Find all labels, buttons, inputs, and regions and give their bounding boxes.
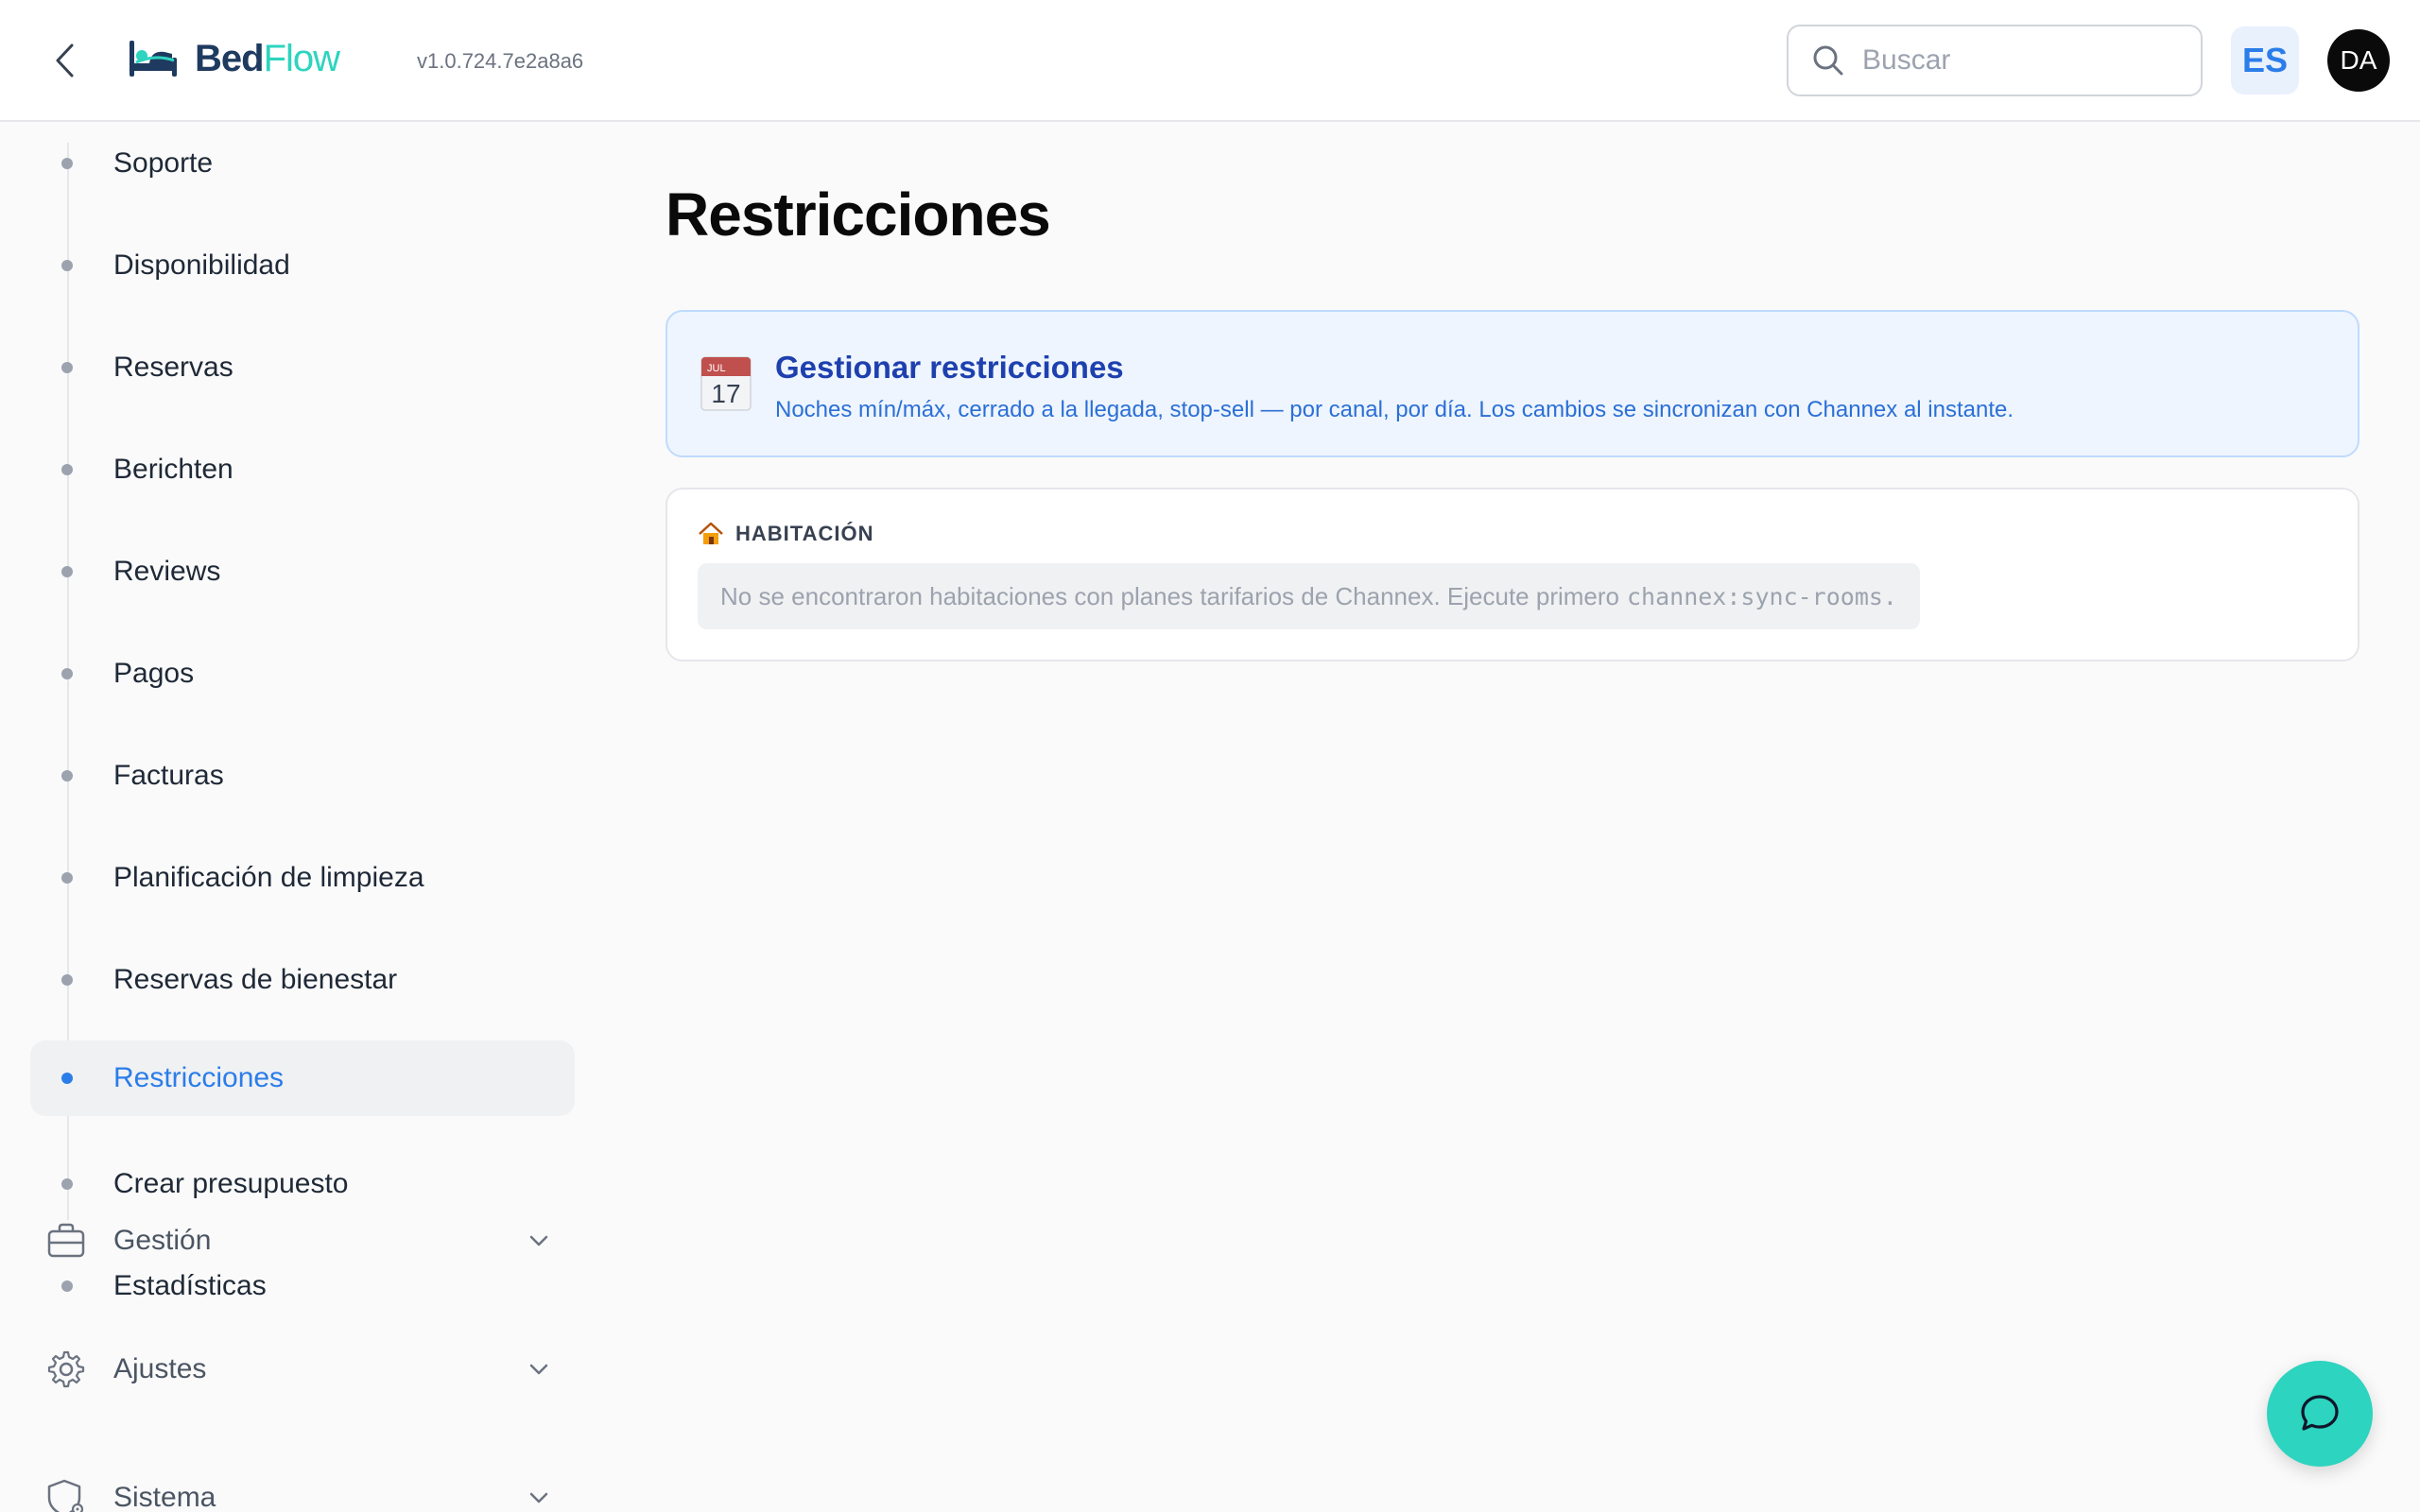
sidebar-item-label: Reservas de bienestar <box>113 964 398 995</box>
sidebar-group-gestion[interactable]: Gestión <box>30 1201 575 1280</box>
nav-bullet <box>61 974 73 986</box>
sidebar-item-label: Disponibilidad <box>113 249 290 281</box>
sidebar-item-label: Pagos <box>113 658 195 689</box>
chevron-left-icon <box>56 43 74 77</box>
chat-bubble-icon <box>2301 1395 2339 1431</box>
nav-bullet <box>61 1073 73 1084</box>
info-card-title: Gestionar restricciones <box>775 350 1124 385</box>
nav-bullet <box>61 260 73 271</box>
user-avatar[interactable]: DA <box>2327 29 2390 92</box>
nav-bullet <box>61 464 73 475</box>
nav-bullet <box>61 770 73 782</box>
sidebar-item-label: Reservas <box>113 352 233 383</box>
sidebar-item-soporte[interactable]: Soporte <box>30 126 575 201</box>
sidebar-item-planificacion-de-limpieza[interactable]: Planificación de limpieza <box>30 840 575 916</box>
info-card-description: Noches mín/máx, cerrado a la llegada, st… <box>775 397 2014 422</box>
calendar-icon: JUL 17 <box>700 356 752 411</box>
chat-button[interactable] <box>2267 1361 2373 1467</box>
nav-bullet <box>61 1280 73 1292</box>
sidebar-item-label: Facturas <box>113 760 224 791</box>
sidebar-item-label: Berichten <box>113 454 233 485</box>
page-title: Restricciones <box>666 180 1051 249</box>
bed-logo-icon <box>130 41 177 77</box>
room-card-label: HABITACIÓN <box>735 522 874 545</box>
nav-bullet <box>61 668 73 679</box>
chevron-down-icon <box>529 1492 548 1503</box>
sidebar-item-restricciones[interactable]: Restricciones <box>30 1040 575 1116</box>
sidebar-group-label: Ajustes <box>113 1353 207 1384</box>
sidebar-item-pagos[interactable]: Pagos <box>30 636 575 712</box>
top-bar: BedFlow v1.0.724.7e2a8a6 ES DA <box>0 0 2420 122</box>
search-box[interactable] <box>1787 25 2203 96</box>
shield-gear-icon <box>47 1479 84 1512</box>
empty-state-command: channex:sync-rooms. <box>1627 582 1897 610</box>
room-card: HABITACIÓN No se encontraron habitacione… <box>666 488 2360 662</box>
sidebar-group-label: Gestión <box>113 1225 212 1256</box>
empty-state-text: No se encontraron habitaciones con plane… <box>720 581 1619 610</box>
nav-bullet <box>61 872 73 884</box>
nav-bullet <box>61 362 73 373</box>
sidebar-item-label: Restricciones <box>113 1062 285 1093</box>
logo[interactable]: BedFlow <box>127 32 340 85</box>
calendar-month: JUL <box>707 363 726 374</box>
house-icon <box>699 522 723 544</box>
nav-bullet <box>61 566 73 577</box>
empty-state-message: No se encontraron habitaciones con plane… <box>698 563 1920 629</box>
logo-text-bed: Bed <box>195 37 265 79</box>
room-card-header: HABITACIÓN <box>698 522 873 546</box>
sidebar-item-reservas-de-bienestar[interactable]: Reservas de bienestar <box>30 942 575 1018</box>
sidebar-item-berichten[interactable]: Berichten <box>30 432 575 507</box>
sidebar-item-label: Reviews <box>113 556 221 587</box>
sidebar-item-label: Soporte <box>113 147 214 179</box>
back-button[interactable] <box>45 38 83 83</box>
sidebar-item-reservas[interactable]: Reservas <box>30 330 575 405</box>
sidebar-item-label: Planificación de limpieza <box>113 862 424 893</box>
gear-icon <box>47 1350 85 1388</box>
sidebar-group-sistema[interactable]: Sistema <box>30 1458 575 1512</box>
nav-bullet <box>61 1178 73 1190</box>
chevron-down-icon <box>529 1364 548 1375</box>
search-icon <box>1813 45 1843 76</box>
search-input[interactable] <box>1862 44 2174 77</box>
language-button[interactable]: ES <box>2231 26 2299 94</box>
sidebar-item-disponibilidad[interactable]: Disponibilidad <box>30 228 575 303</box>
info-card: JUL 17 Gestionar restricciones Noches mí… <box>666 310 2360 457</box>
sidebar-item-reviews[interactable]: Reviews <box>30 534 575 610</box>
sidebar-group-ajustes[interactable]: Ajustes <box>30 1330 575 1409</box>
nav-bullet <box>61 158 73 169</box>
sidebar-item-label: Crear presupuesto <box>113 1168 349 1199</box>
sidebar: Soporte Disponibilidad Reservas Berichten Re… <box>0 124 586 1512</box>
briefcase-icon <box>47 1223 85 1258</box>
calendar-day: 17 <box>711 379 740 408</box>
logo-text-flow: Flow <box>263 37 340 79</box>
app-version: v1.0.724.7e2a8a6 <box>417 49 584 73</box>
chevron-down-icon <box>529 1235 548 1246</box>
sidebar-item-facturas[interactable]: Facturas <box>30 738 575 814</box>
sidebar-group-label: Sistema <box>113 1482 216 1512</box>
